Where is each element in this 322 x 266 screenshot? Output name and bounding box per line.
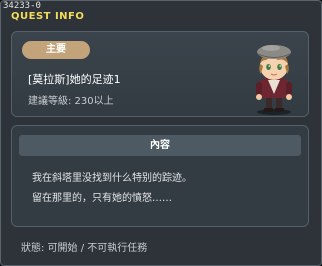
- quest-type-tag: 主要: [22, 41, 90, 59]
- content-line: 留在那里的，只有她的憤怒……: [32, 193, 172, 204]
- quest-summary-card: 主要 [莫拉斯]她的足迹1 建議等級: 230以上: [11, 31, 309, 117]
- window-title[interactable]: QUEST INFO: [11, 11, 84, 23]
- window-id-label: 34233-0: [3, 1, 41, 11]
- quest-info-window: 34233-0 QUEST INFO 主要 [莫拉斯]她的足迹1 建議等級: 2…: [0, 0, 322, 266]
- content-line: 我在斜塔里没找到什么特别的踪迹。: [32, 173, 192, 184]
- quest-recommended-level: 建議等級: 230以上: [28, 96, 114, 107]
- content-header: 內容: [19, 135, 301, 156]
- quest-content-card: 內容 我在斜塔里没找到什么特别的踪迹。 留在那里的，只有她的憤怒……: [11, 125, 309, 227]
- quest-status: 狀態: 可開始 / 不可執行任務: [21, 243, 148, 254]
- quest-name: [莫拉斯]她的足迹1: [28, 73, 121, 86]
- npc-portrait-icon: [256, 45, 292, 115]
